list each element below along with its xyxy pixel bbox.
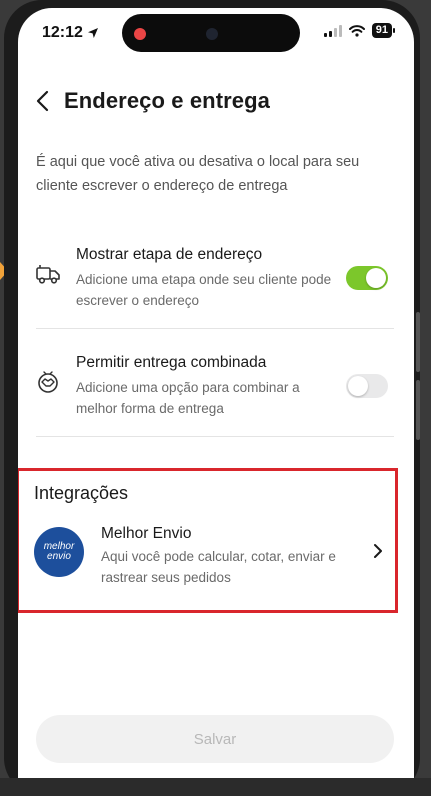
signal-icon <box>323 24 342 37</box>
divider <box>36 328 394 329</box>
delivery-truck-icon <box>36 265 60 284</box>
chevron-left-icon <box>36 90 49 112</box>
handshake-icon <box>38 371 58 393</box>
app-screen: 12:12 91 Endereço e entrega É aqui que v… <box>18 8 414 796</box>
bottom-bar <box>0 778 431 796</box>
toggle-knob <box>348 376 368 396</box>
melhor-envio-logo: melhor envio <box>34 527 84 577</box>
time-label: 12:12 <box>42 24 83 41</box>
option-description: Adicione uma opção para combinar a melho… <box>76 380 300 416</box>
divider <box>36 436 394 437</box>
page-title: Endereço e entrega <box>64 88 270 113</box>
save-button[interactable]: Salvar <box>36 715 394 763</box>
dynamic-island <box>122 14 300 52</box>
option-title: Mostrar etapa de endereço <box>76 246 263 263</box>
recording-indicator-icon <box>134 28 146 40</box>
integration-name[interactable]: Melhor Envio <box>101 525 191 543</box>
intro-text: É aqui que você ativa ou desativa o loca… <box>36 154 360 194</box>
option-title: Permitir entrega combinada <box>76 354 267 371</box>
back-button[interactable] <box>28 86 58 116</box>
wifi-icon <box>348 24 365 37</box>
side-button <box>416 380 420 440</box>
option-description: Adicione uma etapa onde seu cliente pode… <box>76 272 332 308</box>
combined-delivery-toggle[interactable] <box>346 374 388 398</box>
page-header: Endereço e entrega <box>18 82 414 122</box>
melhor-envio-open-button[interactable] <box>370 543 386 559</box>
chevron-right-icon <box>374 544 382 558</box>
status-time: 12:12 <box>42 24 99 42</box>
side-button <box>416 312 420 372</box>
toggle-knob <box>366 268 386 288</box>
location-arrow-icon <box>87 28 98 38</box>
phone-frame: 12:12 91 Endereço e entrega É aqui que v… <box>4 0 420 796</box>
show-address-step-toggle[interactable] <box>346 266 388 290</box>
status-bar: 12:12 91 <box>18 8 414 52</box>
integrations-title: Integrações <box>34 483 129 503</box>
camera-icon <box>206 28 218 40</box>
battery-icon: 91 <box>371 23 396 38</box>
status-icons: 91 <box>323 23 396 38</box>
integration-description: Aqui você pode calcular, cotar, enviar e… <box>101 549 336 585</box>
logo-text: melhor envio <box>43 541 75 562</box>
